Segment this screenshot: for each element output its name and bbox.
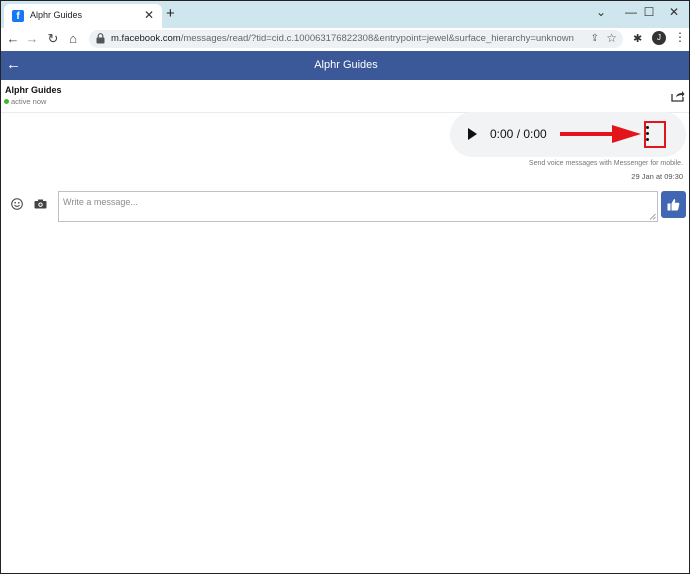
url-path: /messages/read/?tid=cid.c.10006317682230…: [180, 33, 574, 44]
tab-title: Alphr Guides: [30, 10, 83, 20]
page-title: Alphr Guides: [314, 59, 378, 71]
share-page-icon[interactable]: ⇪: [591, 33, 599, 44]
audio-time: 0:00 / 0:00: [490, 127, 547, 141]
browser-toolbar: ← → ↻ ⌂ m.facebook.com/messages/read/?ti…: [1, 28, 689, 50]
message-timestamp: 29 Jan at 09:30: [631, 172, 683, 181]
contact-name[interactable]: Alphr Guides: [5, 85, 62, 95]
lock-icon: [96, 33, 105, 44]
maximize-button[interactable]: ☐: [639, 3, 659, 21]
share-icon[interactable]: [671, 90, 685, 102]
reload-button[interactable]: ↻: [44, 30, 62, 48]
camera-icon[interactable]: [34, 199, 47, 209]
annotation-arrow: [560, 125, 641, 143]
tab-strip: f Alphr Guides ✕ + ⌄ — ☐ ✕: [1, 1, 689, 28]
bookmark-star-icon[interactable]: ☆: [606, 31, 617, 45]
like-button[interactable]: [661, 191, 686, 218]
new-tab-button[interactable]: +: [166, 6, 175, 21]
minimize-button[interactable]: —: [621, 3, 641, 21]
thumbs-up-icon: [667, 199, 680, 211]
address-bar[interactable]: m.facebook.com/messages/read/?tid=cid.c.…: [89, 30, 623, 48]
emoji-icon[interactable]: [11, 198, 23, 210]
messenger-header: ← Alphr Guides: [1, 51, 689, 80]
url-host: m.facebook.com: [111, 33, 181, 44]
browser-menu-icon[interactable]: ⋮: [674, 30, 686, 44]
annotation-highlight-box: [644, 121, 666, 148]
facebook-favicon-icon: f: [12, 10, 24, 22]
voice-message-caption: Send voice messages with Messenger for m…: [528, 160, 683, 167]
play-icon[interactable]: [468, 128, 477, 140]
forward-button[interactable]: →: [23, 30, 41, 48]
close-window-button[interactable]: ✕: [664, 3, 684, 21]
resize-handle-icon[interactable]: [649, 213, 656, 220]
profile-avatar[interactable]: J: [652, 31, 666, 45]
extensions-icon[interactable]: ✱: [633, 32, 642, 45]
back-button[interactable]: ←: [4, 30, 22, 48]
tab-search-icon[interactable]: ⌄: [591, 3, 611, 21]
tab-close-icon[interactable]: ✕: [144, 8, 154, 22]
home-button[interactable]: ⌂: [64, 30, 82, 48]
url-text[interactable]: m.facebook.com/messages/read/?tid=cid.c.…: [111, 33, 574, 44]
message-input-placeholder: Write a message...: [63, 197, 138, 207]
active-status-dot: [4, 99, 9, 104]
browser-tab[interactable]: f Alphr Guides ✕: [4, 4, 162, 28]
message-input[interactable]: Write a message...: [58, 191, 658, 222]
browser-window: f Alphr Guides ✕ + ⌄ — ☐ ✕ ← → ↻ ⌂ m.fac…: [0, 0, 690, 574]
active-status-text: active now: [11, 97, 47, 106]
